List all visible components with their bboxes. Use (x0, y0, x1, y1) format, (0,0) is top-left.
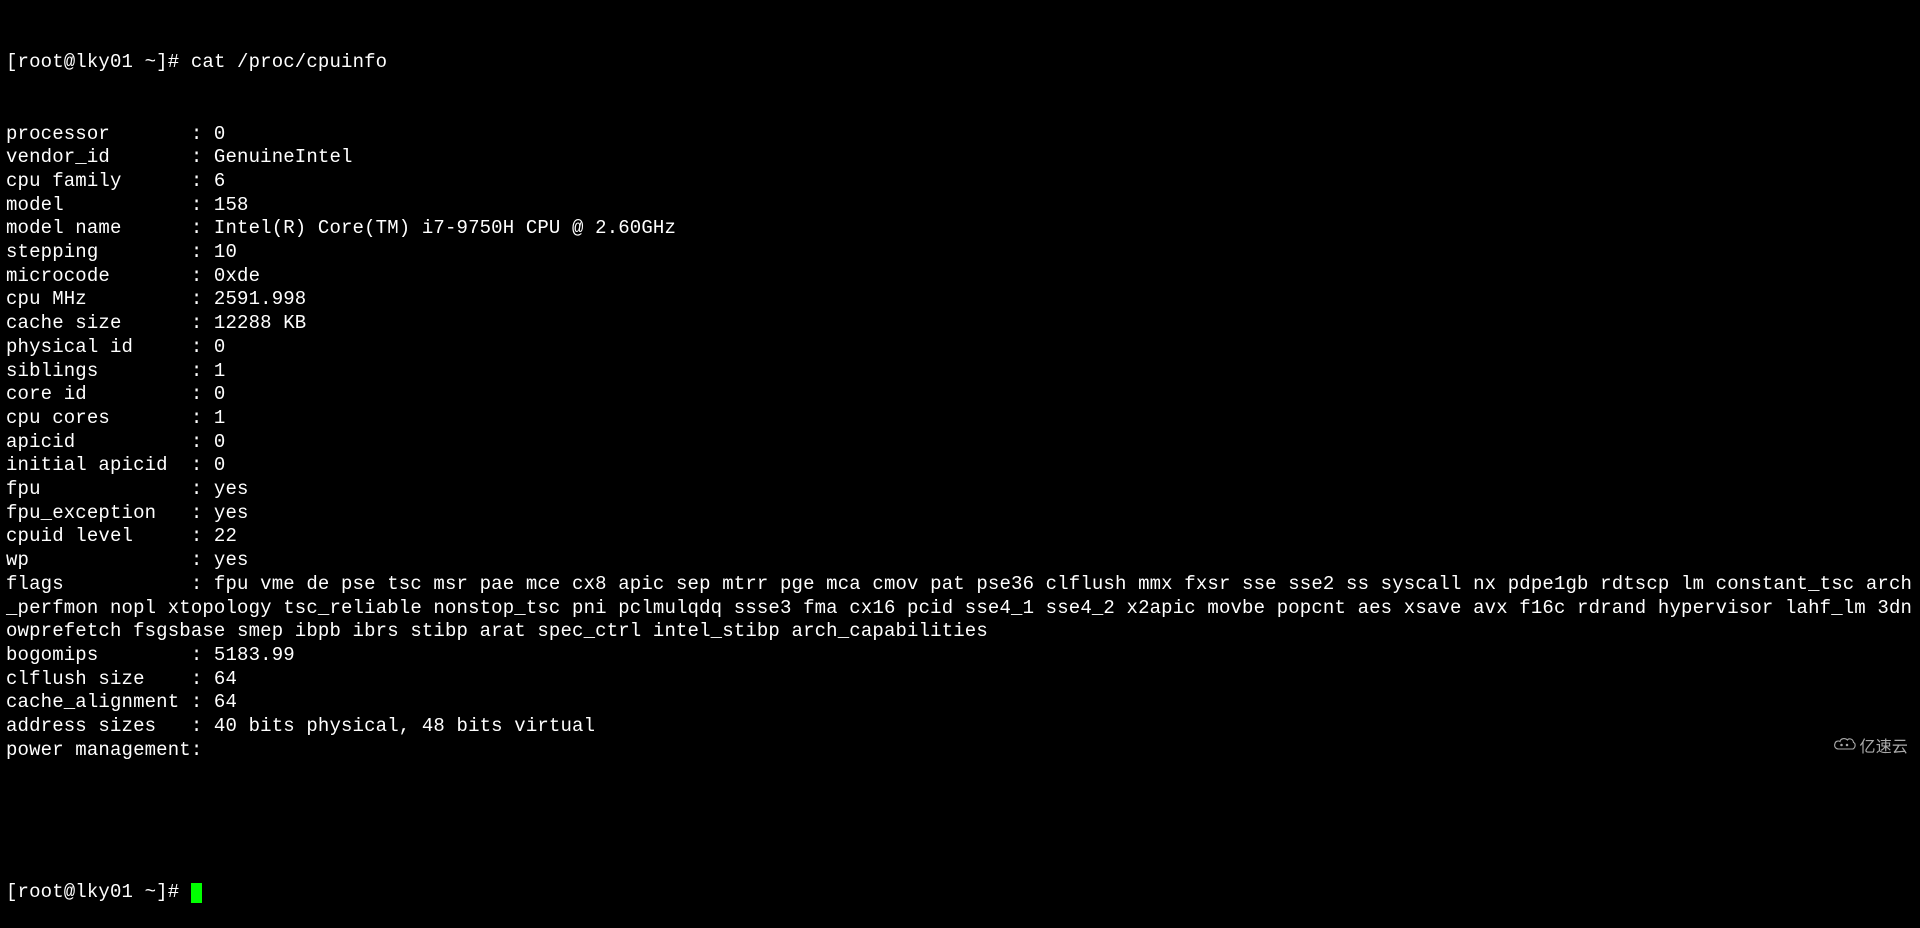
cpuinfo-field-cache-alignment: cache_alignment : 64 (6, 691, 1914, 715)
cpuinfo-field-cpu-mhz: cpu MHz : 2591.998 (6, 288, 1914, 312)
cursor-block (191, 883, 202, 903)
cpuinfo-field-wp: wp : yes (6, 549, 1914, 573)
cpuinfo-field-stepping: stepping : 10 (6, 241, 1914, 265)
cpuinfo-field-bogomips: bogomips : 5183.99 (6, 644, 1914, 668)
watermark-text: 亿速云 (1860, 736, 1908, 760)
cpuinfo-field-address-sizes: address sizes : 40 bits physical, 48 bit… (6, 715, 1914, 739)
cloud-icon (1804, 712, 1856, 783)
cpuinfo-field-initial-apicid: initial apicid : 0 (6, 454, 1914, 478)
cpuinfo-field-core-id: core id : 0 (6, 383, 1914, 407)
cpuinfo-field-model: model : 158 (6, 194, 1914, 218)
cpuinfo-field-apicid: apicid : 0 (6, 431, 1914, 455)
cpuinfo-field-flags: flags : fpu vme de pse tsc msr pae mce c… (6, 573, 1914, 644)
blank-line (6, 810, 1914, 834)
command-line: [root@lky01 ~]# cat /proc/cpuinfo (6, 51, 1914, 75)
prompt-line: [root@lky01 ~]# (6, 881, 1914, 905)
cpuinfo-field-clflush-size: clflush size : 64 (6, 668, 1914, 692)
cpuinfo-field-fpu: fpu : yes (6, 478, 1914, 502)
cpuinfo-field-cpuid-level: cpuid level : 22 (6, 525, 1914, 549)
cpuinfo-field-cache-size: cache size : 12288 KB (6, 312, 1914, 336)
cpuinfo-field-siblings: siblings : 1 (6, 360, 1914, 384)
cpuinfo-field-physical-id: physical id : 0 (6, 336, 1914, 360)
watermark: 亿速云 (1804, 712, 1908, 783)
entered-command: cat /proc/cpuinfo (191, 51, 387, 73)
cpuinfo-field-power-management: power management: (6, 739, 1914, 763)
shell-prompt: [root@lky01 ~]# (6, 51, 191, 73)
cpuinfo-output: processor : 0vendor_id : GenuineIntelcpu… (6, 123, 1914, 763)
cpuinfo-field-model-name: model name : Intel(R) Core(TM) i7-9750H … (6, 217, 1914, 241)
cpuinfo-field-processor: processor : 0 (6, 123, 1914, 147)
cpuinfo-field-fpu-exception: fpu_exception : yes (6, 502, 1914, 526)
cpuinfo-field-vendor-id: vendor_id : GenuineIntel (6, 146, 1914, 170)
cpuinfo-field-microcode: microcode : 0xde (6, 265, 1914, 289)
shell-prompt: [root@lky01 ~]# (6, 881, 191, 903)
terminal-window[interactable]: [root@lky01 ~]# cat /proc/cpuinfo proces… (0, 0, 1920, 928)
cpuinfo-field-cpu-family: cpu family : 6 (6, 170, 1914, 194)
cpuinfo-field-cpu-cores: cpu cores : 1 (6, 407, 1914, 431)
